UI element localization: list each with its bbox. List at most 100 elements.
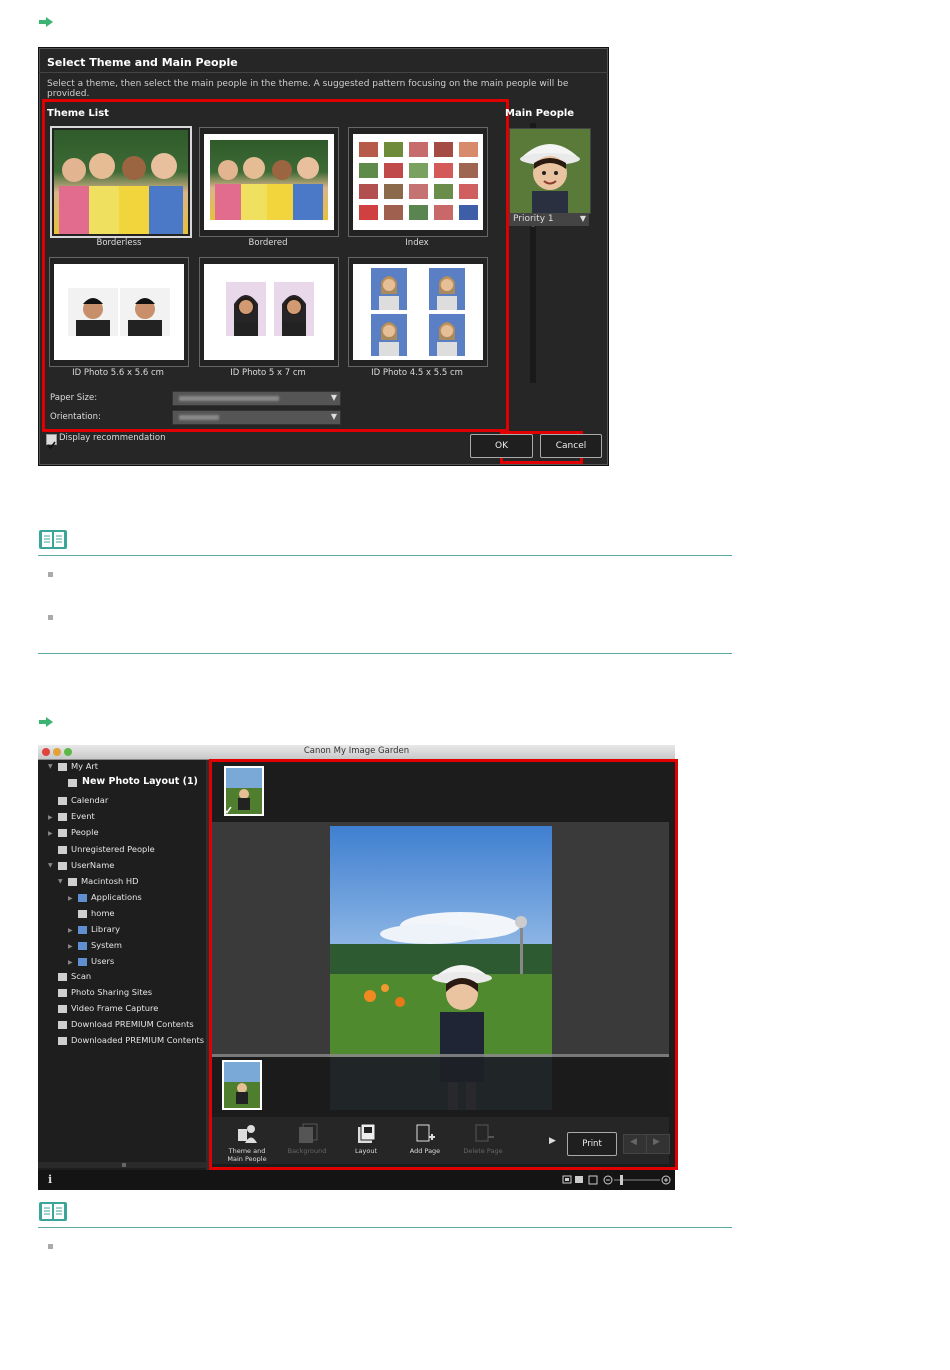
arrow-right-icon: ▶: [653, 1137, 660, 1147]
theme-thumb-bordered[interactable]: [199, 127, 339, 237]
sidebar-item-video-frame-capture[interactable]: Video Frame Capture: [71, 1003, 158, 1013]
theme-list-heading: Theme List: [47, 108, 109, 119]
sidebar-item-event[interactable]: Event: [71, 811, 95, 821]
sidebar-item-username[interactable]: UserName: [71, 860, 114, 870]
next-page-button[interactable]: ▶: [646, 1134, 670, 1154]
layout-button[interactable]: Layout: [341, 1147, 391, 1155]
note-book-icon: [39, 1202, 67, 1221]
people-icon: [58, 829, 67, 837]
folder-icon: [78, 926, 87, 934]
sidebar-item-downloaded-premium[interactable]: Downloaded PREMIUM Contents: [71, 1035, 204, 1045]
note-divider: [38, 1227, 732, 1228]
theme-label: Bordered: [248, 238, 288, 248]
main-people-heading: Main People: [505, 108, 575, 119]
home-folder-icon: [78, 910, 87, 918]
main-people-thumbnail[interactable]: [509, 128, 591, 214]
sidebar-item-macintosh-hd[interactable]: Macintosh HD: [81, 876, 139, 886]
sidebar-item-my-art[interactable]: My Art: [71, 761, 98, 771]
background-button[interactable]: Background: [282, 1147, 332, 1155]
theme-label: Borderless: [96, 238, 142, 248]
calendar-icon: [58, 797, 67, 805]
dialog-title: Select Theme and Main People: [47, 56, 238, 69]
step-arrow-icon: [39, 717, 53, 727]
priority-select[interactable]: Priority 1 ▼: [509, 214, 589, 226]
unregistered-people-icon: [58, 846, 67, 854]
paper-size-label: Paper Size:: [50, 393, 98, 403]
theme-main-people-button[interactable]: Theme and Main People: [222, 1147, 272, 1163]
sidebar-item-applications[interactable]: Applications: [91, 892, 142, 902]
computer-icon: [58, 862, 67, 870]
theme-people-icon: [238, 1125, 257, 1143]
sidebar-item-people[interactable]: People: [71, 827, 99, 837]
cancel-button[interactable]: Cancel: [540, 434, 602, 458]
ok-button[interactable]: OK: [470, 434, 533, 458]
chevron-right-icon[interactable]: ▶: [549, 1136, 556, 1146]
bullet: [48, 1244, 53, 1249]
info-icon[interactable]: i: [48, 1173, 52, 1186]
theme-thumb-borderless[interactable]: [50, 126, 192, 238]
scan-icon: [58, 973, 67, 981]
add-page-button[interactable]: Add Page: [400, 1147, 450, 1155]
page-thumbnail[interactable]: [222, 1060, 262, 1110]
dialog-subtitle: Select a theme, then select the main peo…: [47, 79, 569, 99]
previous-page-button[interactable]: ◀: [623, 1134, 647, 1154]
check-icon: [47, 441, 56, 450]
note-divider: [38, 555, 732, 556]
delete-page-button[interactable]: Delete Page: [458, 1147, 508, 1155]
bullet: [48, 615, 53, 620]
hard-drive-icon: [68, 878, 77, 886]
sidebar-scrollbar[interactable]: [38, 1162, 206, 1168]
theme-thumb-id-4-5[interactable]: [348, 257, 488, 367]
sidebar-item-calendar[interactable]: Calendar: [71, 795, 108, 805]
status-bar: i: [38, 1170, 675, 1190]
video-frame-icon: [58, 1005, 67, 1013]
check-icon: [224, 806, 232, 814]
add-page-icon: [416, 1124, 435, 1142]
select-theme-dialog: Select Theme and Main People Select a th…: [38, 47, 609, 466]
print-button[interactable]: Print: [567, 1132, 617, 1156]
theme-label: Index: [405, 238, 429, 248]
downloaded-folder-icon: [58, 1037, 67, 1045]
event-icon: [58, 813, 67, 821]
chevron-down-icon: ▼: [579, 214, 586, 223]
window-title: Canon My Image Garden: [303, 746, 410, 756]
layout-icon: [358, 1123, 376, 1143]
delete-page-icon: [475, 1124, 494, 1142]
theme-thumb-id-5-6[interactable]: [49, 257, 189, 367]
note-divider: [38, 653, 732, 654]
note-book-icon: [39, 530, 67, 549]
folder-icon: [78, 958, 87, 966]
orientation-select[interactable]: ▼: [172, 410, 341, 425]
sidebar-item-new-photo-layout[interactable]: New Photo Layout (1): [82, 776, 198, 787]
download-icon: [58, 1021, 67, 1029]
photo-sharing-icon: [58, 989, 67, 997]
sidebar-item-scan[interactable]: Scan: [71, 971, 91, 981]
folder-icon: [78, 942, 87, 950]
sidebar-item-library[interactable]: Library: [91, 924, 120, 934]
sidebar-item-unregistered-people[interactable]: Unregistered People: [71, 844, 155, 854]
paper-size-select[interactable]: ▼: [172, 391, 341, 406]
my-art-icon: [58, 763, 67, 771]
sidebar-item-photo-sharing-sites[interactable]: Photo Sharing Sites: [71, 987, 152, 997]
layout-edit-area: Theme and Main People Background Layout …: [209, 759, 678, 1170]
theme-label: ID Photo 5.6 x 5.6 cm: [72, 368, 164, 378]
photo-layout-icon: [68, 779, 77, 787]
view-controls[interactable]: [562, 1174, 672, 1186]
chevron-down-icon: ▼: [330, 393, 337, 402]
display-recommendation-checkbox[interactable]: [46, 434, 57, 450]
sidebar-item-home[interactable]: home: [91, 908, 115, 918]
orientation-label: Orientation:: [50, 412, 101, 422]
sidebar-item-users[interactable]: Users: [91, 956, 114, 966]
window-titlebar: Canon My Image Garden: [38, 745, 675, 760]
sidebar-item-system[interactable]: System: [91, 940, 122, 950]
item-thumbnail[interactable]: [224, 766, 264, 816]
step-arrow-icon: [39, 17, 53, 27]
theme-thumb-id-5-7[interactable]: [199, 257, 339, 367]
display-recommendation-label: Display recommendation: [59, 433, 166, 443]
chevron-down-icon: ▼: [330, 412, 337, 421]
bullet: [48, 572, 53, 577]
sidebar-item-download-premium[interactable]: Download PREMIUM Contents: [71, 1019, 194, 1029]
sidebar: ▼ My Art New Photo Layout (1) Calendar ▶…: [38, 760, 206, 1175]
folder-icon: [78, 894, 87, 902]
theme-thumb-index[interactable]: [348, 127, 488, 237]
